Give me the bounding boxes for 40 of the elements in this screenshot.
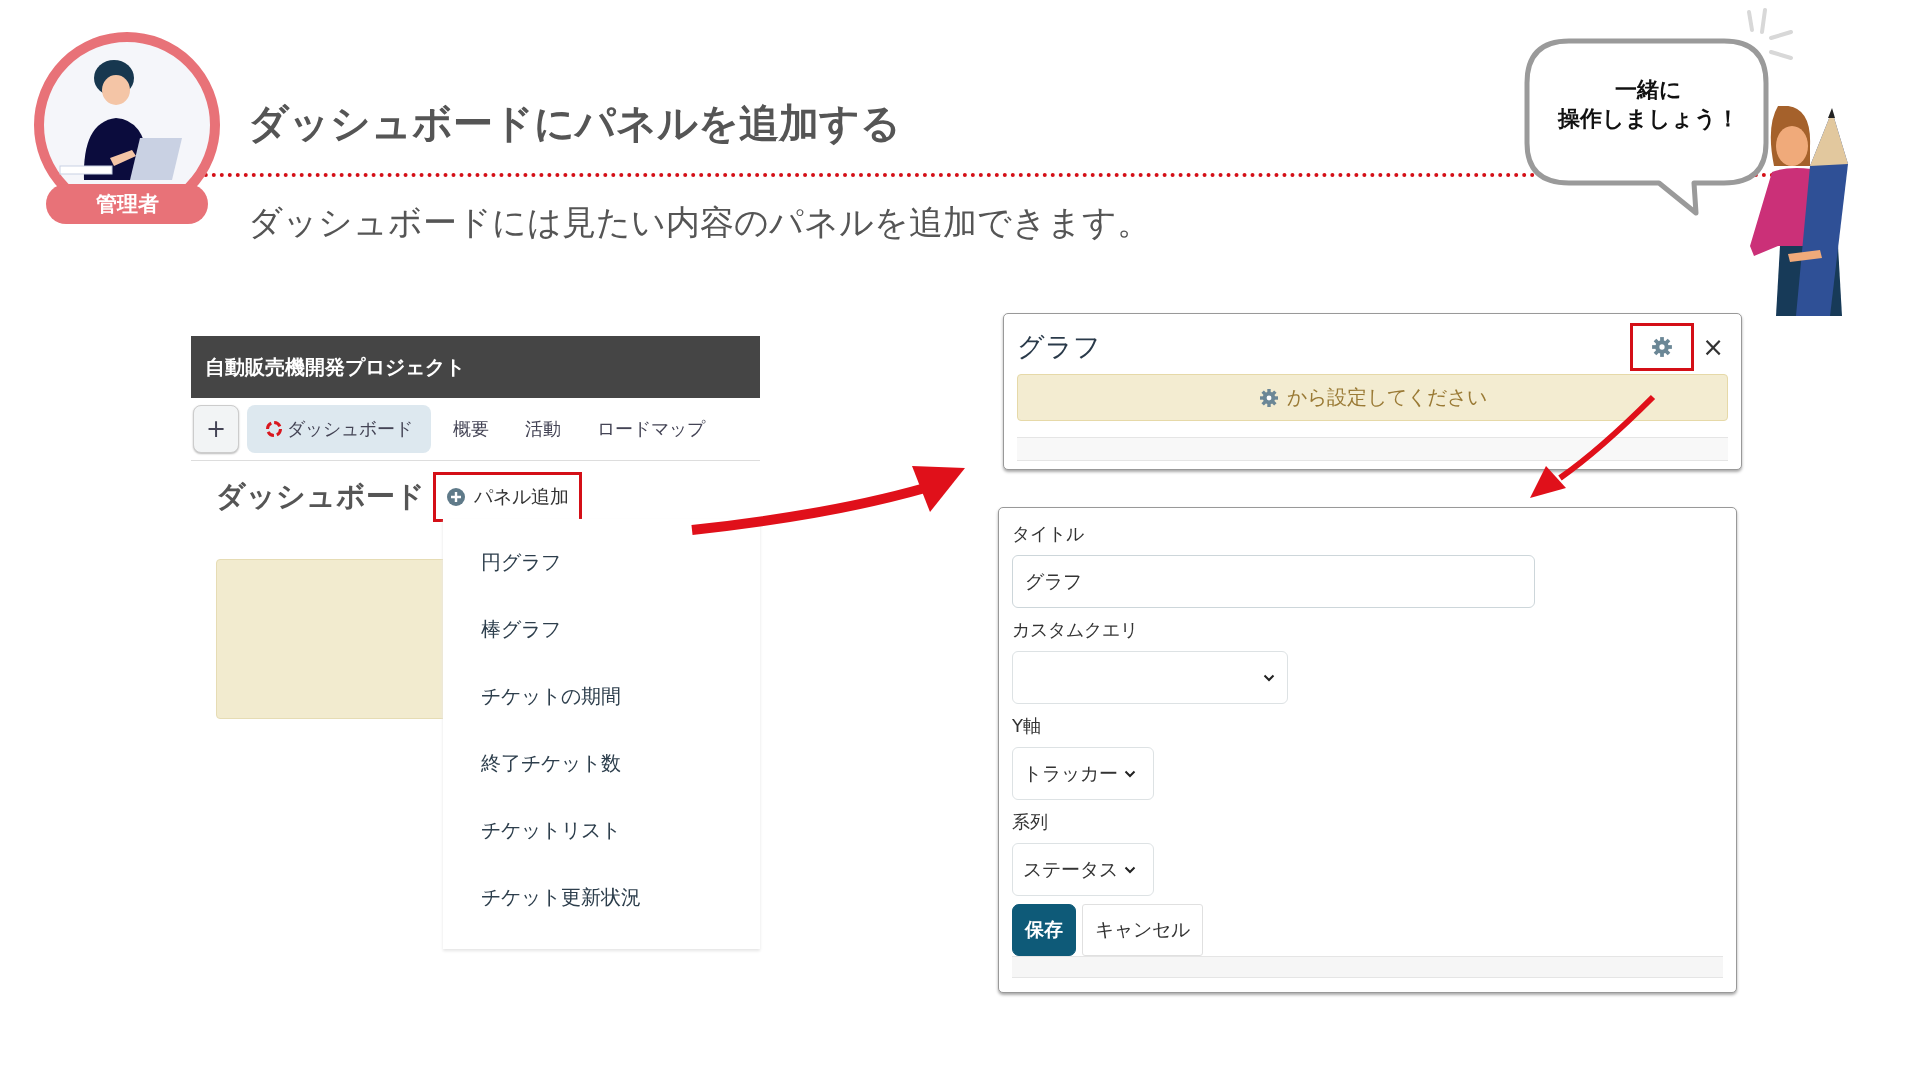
input-field[interactable]: グラフ — [1012, 555, 1535, 608]
notice-text: から設定してください — [1286, 384, 1487, 411]
add-panel-button[interactable]: パネル追加 — [433, 472, 582, 522]
chevron-down-icon — [1124, 769, 1136, 778]
settings-icon — [1258, 387, 1279, 408]
select-field[interactable]: トラッカー — [1012, 747, 1154, 800]
tab[interactable]: ロードマップ — [583, 405, 719, 453]
menu-item[interactable]: 棒グラフ — [443, 596, 760, 663]
select-field[interactable]: ステータス — [1012, 843, 1154, 896]
settings-icon — [1651, 336, 1674, 358]
field-label: タイトル — [1012, 522, 1084, 546]
settings-button[interactable] — [1630, 323, 1695, 371]
menu-item[interactable]: 終了チケット数 — [443, 730, 760, 797]
cancel-button[interactable]: キャンセル — [1082, 904, 1203, 956]
role-badge: 管理者 — [46, 184, 208, 224]
plus-circle-icon — [446, 487, 466, 507]
slide-subtitle: ダッシュボードには見たい内容のパネルを追加できます。 — [248, 201, 1151, 244]
chevron-down-icon — [1263, 673, 1275, 682]
close-button[interactable]: × — [1698, 332, 1728, 362]
slide-title: ダッシュボードにパネルを追加する — [248, 99, 901, 148]
page-heading: ダッシュボード — [216, 478, 425, 515]
menu-item[interactable]: 円グラフ — [443, 529, 760, 596]
save-button[interactable]: 保存 — [1012, 904, 1076, 956]
select-field[interactable] — [1012, 651, 1288, 704]
field-label: カスタムクエリ — [1012, 618, 1138, 642]
tab[interactable]: 概要 — [439, 405, 503, 453]
bubble-text: 一緒に 操作しましょう！ — [1556, 76, 1740, 133]
add-button[interactable]: + — [193, 405, 239, 453]
field-label: 系列 — [1012, 810, 1048, 834]
tab[interactable]: ダッシュボード — [247, 405, 431, 453]
menu-item[interactable]: チケット更新状況 — [443, 864, 760, 931]
menu-item[interactable]: チケットの期間 — [443, 663, 760, 730]
panel-title: グラフ — [1017, 330, 1101, 364]
tab[interactable]: 活動 — [511, 405, 575, 453]
burst-lines-icon — [1745, 8, 1795, 63]
field-label: Y軸 — [1012, 714, 1041, 738]
menu-item[interactable]: チケットリスト — [443, 797, 760, 864]
ring-icon — [265, 420, 283, 438]
chevron-down-icon — [1124, 865, 1136, 874]
project-title-bar: 自動販売機開発プロジェクト — [191, 336, 760, 398]
